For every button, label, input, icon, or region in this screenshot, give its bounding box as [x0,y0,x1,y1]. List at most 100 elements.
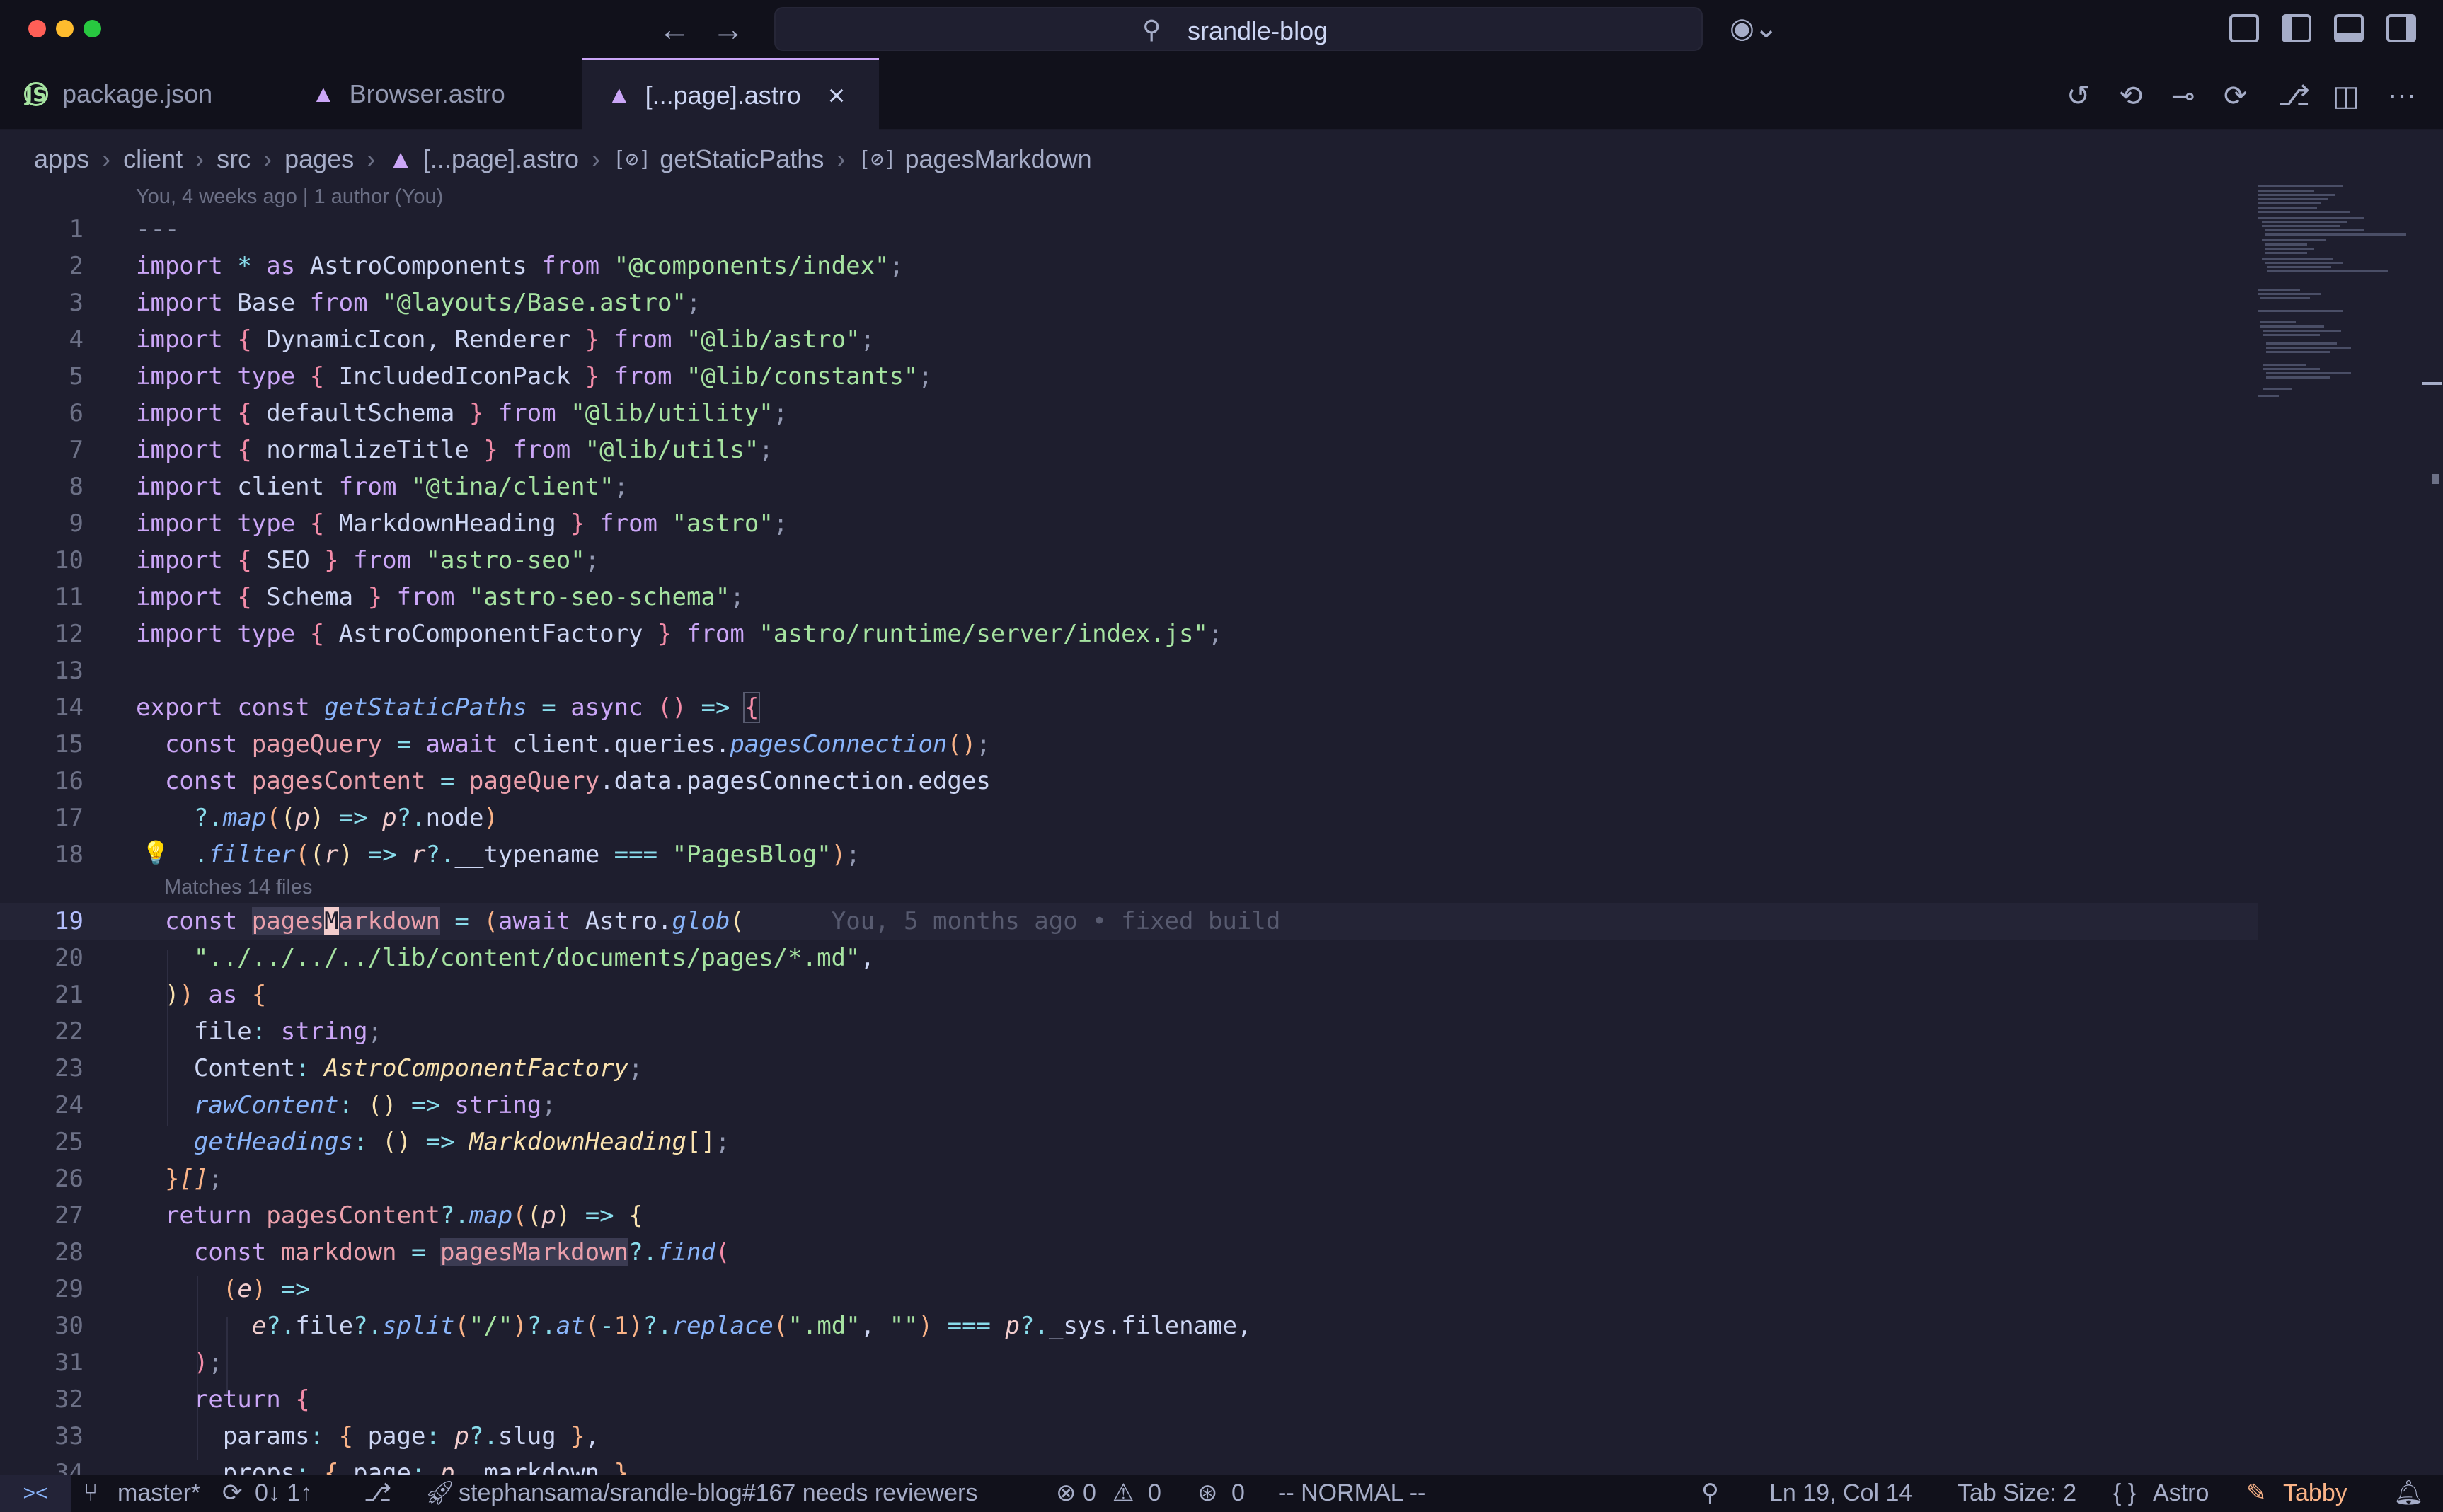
chevron-right-icon: › [837,144,846,173]
code-line: 15 const pageQuery = await client.querie… [0,726,2258,763]
tabby-status[interactable]: Tabby [2283,1475,2347,1512]
code-line: 7 import { normalizeTitle } from "@lib/ut… [0,432,2258,468]
customize-layout-icon[interactable] [2229,14,2259,42]
code-line: 20 "../../../../lib/content/documents/pa… [0,940,2258,976]
chevron-right-icon: › [102,144,111,173]
pull-request-status[interactable]: stephansama/srandle-blog#167 needs revie… [459,1475,977,1512]
more-actions-icon[interactable]: ⋯ [2388,79,2416,113]
line-number: 29 [54,1275,84,1303]
timeline-history-icon[interactable]: ↺ [2067,79,2091,113]
code-line: 4 import { DynamicIcon, Renderer } from "… [0,321,2258,358]
line-number: 10 [54,546,84,575]
line-number: 22 [54,1017,84,1046]
line-number: 5 [69,362,84,391]
git-graph-icon[interactable]: ⎇ [2277,79,2310,113]
code-line: 26 }[]; [0,1160,2258,1197]
line-number: 26 [54,1165,84,1193]
command-center-search[interactable]: ⚲ srandle-blog [774,7,1703,51]
warning-icon: ⚠ [1113,1479,1134,1506]
back-arrow-icon[interactable]: ← [658,10,691,48]
code-line: 27 return pagesContent?.map((p) => { [0,1197,2258,1234]
line-number: 4 [69,325,84,354]
tab-browser-astro[interactable]: ▲ Browser.astro [311,58,580,130]
line-number: 24 [54,1091,84,1119]
breadcrumb-item[interactable]: client [123,144,183,174]
split-editor-icon[interactable]: ◫ [2333,79,2359,113]
breadcrumb-item[interactable]: getStaticPaths [660,144,824,174]
inline-blame: You, 5 months ago • fixed build [831,907,1281,935]
tab-size[interactable]: Tab Size: 2 [1958,1475,2076,1512]
line-number: 11 [54,583,84,611]
git-graph-icon[interactable]: ⎇ [364,1475,391,1512]
vscode-window: ← → ⚲ srandle-blog ◉⌄ JS package.json ▲ … [0,0,2443,1512]
code-line: 31 ); [0,1344,2258,1381]
close-icon[interactable]: × [828,79,846,112]
scrollbar-marker [2422,382,2442,385]
js-icon: JS [24,82,48,106]
line-number: 6 [69,399,84,427]
cursor-position[interactable]: Ln 19, Col 14 [1769,1475,1912,1512]
line-number: 30 [54,1312,84,1340]
rocket-icon: 🚀︎ [425,1479,456,1506]
code-line: 30 e?.file?.split("/")?.at(-1)?.replace(… [0,1308,2258,1344]
code-editor[interactable]: You, 4 weeks ago | 1 author (You) 1 --- 2… [0,178,2443,1475]
code-line: 12 import type { AstroComponentFactory } … [0,616,2258,652]
git-branch-label[interactable]: master* [117,1475,200,1512]
previous-change-icon[interactable]: ⟲ [2119,79,2143,113]
code-line: 28 const markdown = pagesMarkdown?.find( [0,1234,2258,1271]
line-number: 17 [54,804,84,832]
toggle-panel-icon[interactable] [2334,14,2364,42]
breadcrumb-item[interactable]: pages [284,144,354,174]
code-line: 14 export const getStaticPaths = async ()… [0,689,2258,726]
forward-arrow-icon[interactable]: → [712,10,745,48]
git-commit-icon[interactable]: ⊸ [2171,79,2195,113]
error-count[interactable]: 0 [1083,1475,1096,1512]
toggle-primary-sidebar-icon[interactable] [2282,14,2311,42]
code-line: 3 import Base from "@layouts/Base.astro"; [0,284,2258,321]
line-number: 15 [54,730,84,758]
line-number: 19 [54,907,84,935]
line-number: 13 [54,657,84,685]
minimap[interactable] [2251,183,2427,451]
breadcrumb: apps › client › src › pages › ▲ [...page… [34,140,1092,178]
line-number: 34 [54,1459,84,1475]
minimize-window-button[interactable] [56,20,74,37]
symbol-variable-icon: [⊘] [858,146,897,172]
line-number: 2 [69,252,84,280]
line-number: 23 [54,1054,84,1083]
next-change-icon[interactable]: ⟳ [2224,79,2248,113]
code-line: 24 rawContent: () => string; [0,1087,2258,1124]
breadcrumb-item[interactable]: pagesMarkdown [905,144,1092,174]
ports-count[interactable]: 0 [1231,1475,1245,1512]
maximize-window-button[interactable] [84,20,101,37]
close-window-button[interactable] [28,20,46,37]
code-line: 5 import type { IncludedIconPack } from "… [0,358,2258,395]
zoom-icon[interactable]: ⚲ [1701,1475,1719,1512]
title-bar: ← → ⚲ srandle-blog ◉⌄ [0,0,2443,58]
breadcrumb-item[interactable]: apps [34,144,89,174]
codelens-references[interactable]: Matches 14 files [164,872,313,903]
code-line: 13 [0,652,2258,689]
chevron-right-icon: › [195,144,205,173]
breadcrumb-item[interactable]: src [217,144,251,174]
tab-page-astro[interactable]: ▲ [...page].astro × [582,58,879,130]
code-line: 1 --- [0,211,2258,248]
code-line: 21 )) as { [0,976,2258,1013]
copilot-icon[interactable]: ◉⌄ [1730,11,1778,45]
code-line: 6 import { defaultSchema } from "@lib/uti… [0,395,2258,432]
language-mode[interactable]: Astro [2153,1475,2209,1512]
lightbulb-icon[interactable]: 💡 [142,839,170,866]
scrollbar-marker [2432,474,2439,484]
bell-icon[interactable]: 🔔︎ [2393,1475,2424,1512]
codelens-blame[interactable]: You, 4 weeks ago | 1 author (You) [136,185,443,209]
tab-package-json[interactable]: JS package.json [24,58,265,130]
toggle-secondary-sidebar-icon[interactable] [2386,14,2416,42]
line-number: 3 [69,289,84,317]
remote-indicator-icon[interactable]: >< [0,1475,71,1512]
line-number: 28 [54,1238,84,1266]
code-line: 25 getHeadings: () => MarkdownHeading[]; [0,1124,2258,1160]
warning-count[interactable]: 0 [1148,1475,1161,1512]
breadcrumb-item[interactable]: [...page].astro [423,144,579,174]
code-line: 34 props: { page: p, markdown }, [0,1455,2258,1475]
sync-status[interactable]: 0↓ 1↑ [255,1475,312,1512]
